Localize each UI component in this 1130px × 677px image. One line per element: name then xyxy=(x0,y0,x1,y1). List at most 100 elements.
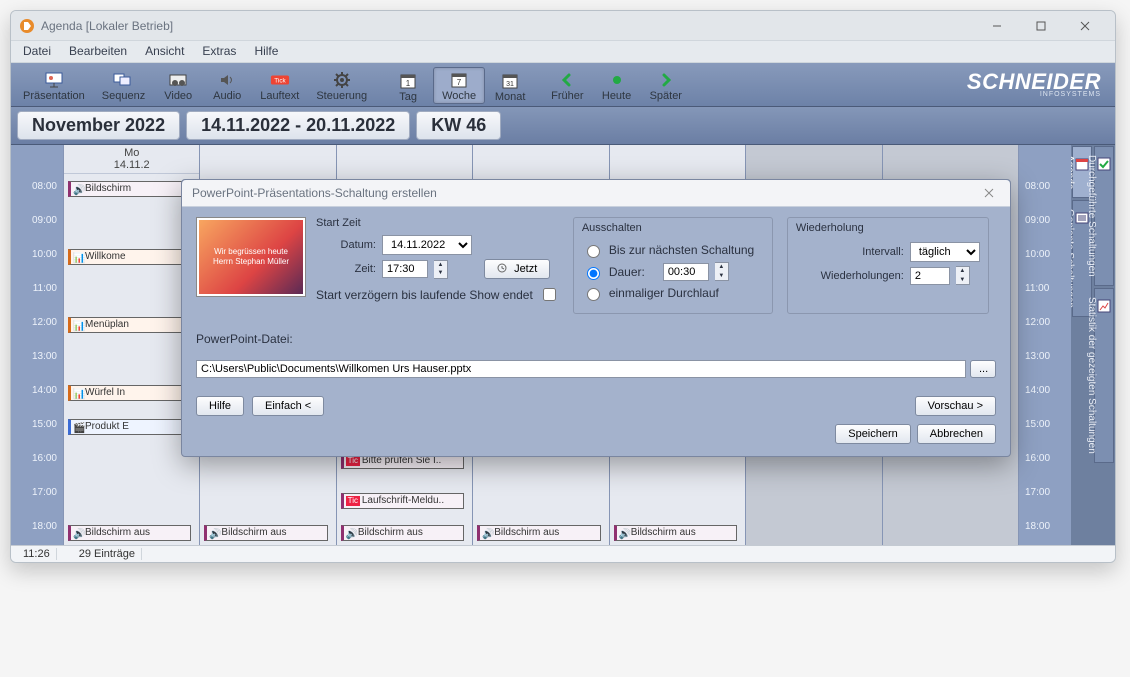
range-pill[interactable]: 14.11.2022 - 20.11.2022 xyxy=(186,111,410,140)
chart-icon xyxy=(1097,299,1111,313)
hilfe-button[interactable]: Hilfe xyxy=(196,396,244,416)
week-pill[interactable]: KW 46 xyxy=(416,111,501,140)
file-label: PowerPoint-Datei: xyxy=(196,332,293,346)
abbrechen-button[interactable]: Abbrechen xyxy=(917,424,996,444)
off-opt-dauer[interactable] xyxy=(587,267,600,280)
dauer-input[interactable] xyxy=(663,263,709,281)
date-header: November 2022 14.11.2022 - 20.11.2022 KW… xyxy=(11,107,1115,145)
svg-text:Tick: Tick xyxy=(274,78,286,85)
menu-bearbeiten[interactable]: Bearbeiten xyxy=(61,41,135,62)
tb-spaeter[interactable]: Später xyxy=(642,68,690,103)
close-button[interactable] xyxy=(1063,12,1107,40)
vtab-statistik[interactable]: Statistik der gezeigten Schaltungen xyxy=(1094,288,1114,463)
chevron-right-icon xyxy=(656,70,676,90)
tb-sequenz[interactable]: Sequenz xyxy=(94,68,153,103)
title-bar: Agenda [Lokaler Betrieb] xyxy=(11,11,1115,41)
off-opt-next[interactable] xyxy=(587,245,600,258)
zeit-input[interactable] xyxy=(382,260,428,278)
delay-label: Start verzögern bis laufende Show endet xyxy=(316,288,533,302)
jetzt-button[interactable]: Jetzt xyxy=(484,259,550,279)
sched-item[interactable]: 🔊Bildschirm aus xyxy=(341,525,464,541)
right-tabs: Agenda Geplante Schaltungen Durchgeführt… xyxy=(1071,145,1115,545)
status-time: 11:26 xyxy=(17,548,57,560)
sched-item[interactable]: 🔊Bildschirm xyxy=(68,181,191,197)
tb-frueher[interactable]: Früher xyxy=(543,68,591,103)
toolbar: Präsentation Sequenz Video Audio Tick La… xyxy=(11,63,1115,107)
minimize-button[interactable] xyxy=(975,12,1019,40)
sched-item[interactable]: 🔊Bildschirm aus xyxy=(204,525,327,541)
sched-item[interactable]: 🎬Produkt E xyxy=(68,419,191,435)
tb-woche[interactable]: 7 Woche xyxy=(433,67,485,104)
audio-icon xyxy=(217,70,237,90)
vtab-durchgefuehrt[interactable]: Durchgeführte Schaltungen xyxy=(1094,146,1114,286)
zeit-label: Zeit: xyxy=(316,263,376,275)
status-bar: 11:26 29 Einträge xyxy=(11,545,1115,562)
sched-item[interactable]: 🔊Bildschirm aus xyxy=(614,525,737,541)
sched-item[interactable]: 📊Willkome xyxy=(68,249,191,265)
menu-extras[interactable]: Extras xyxy=(194,41,244,62)
month-icon: 31 xyxy=(500,71,520,91)
close-icon xyxy=(984,188,994,198)
week-icon: 7 xyxy=(449,70,469,90)
tb-steuerung[interactable]: Steuerung xyxy=(308,68,375,103)
sched-item[interactable]: 📊Würfel In xyxy=(68,385,191,401)
day-icon: 1 xyxy=(398,71,418,91)
brand-logo: SCHNEIDER INFOSYSTEMS xyxy=(967,72,1111,98)
svg-text:1: 1 xyxy=(406,79,411,88)
intervall-select[interactable]: täglich xyxy=(910,242,980,262)
dialog-close-button[interactable] xyxy=(978,184,1000,202)
svg-text:7: 7 xyxy=(457,78,462,87)
file-path-input[interactable] xyxy=(196,360,966,378)
app-icon xyxy=(19,18,35,34)
delay-checkbox[interactable] xyxy=(543,288,556,301)
powerpoint-schedule-dialog: PowerPoint-Präsentations-Schaltung erste… xyxy=(181,179,1011,457)
start-legend: Start Zeit xyxy=(316,217,559,229)
off-opt-once[interactable] xyxy=(587,288,600,301)
zeit-spinner[interactable]: ▲▼ xyxy=(434,260,448,279)
dauer-spinner[interactable]: ▲▼ xyxy=(715,262,729,281)
gear-icon xyxy=(332,70,352,90)
tb-video[interactable]: Video xyxy=(154,68,202,103)
einfach-button[interactable]: Einfach < xyxy=(252,396,324,416)
wdh-spinner[interactable]: ▲▼ xyxy=(956,266,970,285)
preview-thumbnail: Wir begrüssen heute Herrn Stephan Müller xyxy=(196,217,306,297)
sched-item[interactable]: 🔊Bildschirm aus xyxy=(68,525,191,541)
wdh-input[interactable] xyxy=(910,267,950,285)
tb-lauftext[interactable]: Tick Lauftext xyxy=(252,68,307,103)
vorschau-button[interactable]: Vorschau > xyxy=(915,396,996,416)
video-icon xyxy=(168,70,188,90)
sched-item[interactable]: 📊Menüplan xyxy=(68,317,191,333)
menu-datei[interactable]: Datei xyxy=(15,41,59,62)
dialog-title: PowerPoint-Präsentations-Schaltung erste… xyxy=(192,186,437,200)
wdh-label: Wiederholungen: xyxy=(796,270,904,282)
maximize-button[interactable] xyxy=(1019,12,1063,40)
status-entries: 29 Einträge xyxy=(73,548,142,560)
window-title: Agenda [Lokaler Betrieb] xyxy=(41,19,975,33)
check-icon xyxy=(1097,157,1111,171)
menu-ansicht[interactable]: Ansicht xyxy=(137,41,192,62)
datum-label: Datum: xyxy=(316,239,376,251)
off-legend: Ausschalten xyxy=(582,222,764,234)
tb-heute[interactable]: Heute xyxy=(593,68,641,103)
ticker-icon: Tick xyxy=(270,70,290,90)
tb-monat[interactable]: 31 Monat xyxy=(486,67,534,104)
menu-bar: Datei Bearbeiten Ansicht Extras Hilfe xyxy=(11,41,1115,63)
month-pill[interactable]: November 2022 xyxy=(17,111,180,140)
presentation-icon xyxy=(44,70,64,90)
tb-audio[interactable]: Audio xyxy=(203,68,251,103)
tb-tag[interactable]: 1 Tag xyxy=(384,67,432,104)
tb-praesentation[interactable]: Präsentation xyxy=(15,68,93,103)
svg-text:31: 31 xyxy=(506,81,514,88)
sequence-icon xyxy=(113,70,133,90)
datum-select[interactable]: 14.11.2022 xyxy=(382,235,472,255)
dot-icon xyxy=(607,70,627,90)
clock-icon xyxy=(497,263,507,273)
sched-item[interactable]: 🔊Bildschirm aus xyxy=(477,525,600,541)
browse-button[interactable]: ... xyxy=(970,360,996,378)
rep-legend: Wiederholung xyxy=(796,222,980,234)
day-head: Mo14.11.2 xyxy=(64,145,199,174)
speichern-button[interactable]: Speichern xyxy=(835,424,911,444)
menu-hilfe[interactable]: Hilfe xyxy=(246,41,286,62)
chevron-left-icon xyxy=(557,70,577,90)
sched-item[interactable]: TicLaufschrift-Meldu.. xyxy=(341,493,464,509)
